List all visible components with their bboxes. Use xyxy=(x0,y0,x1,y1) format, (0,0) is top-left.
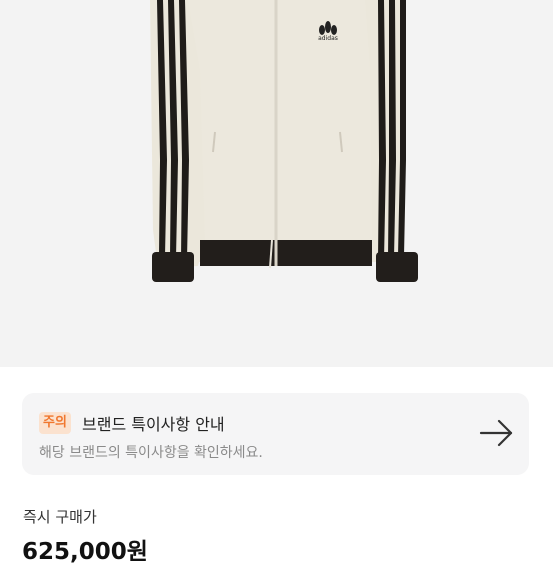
product-image[interactable]: adidas xyxy=(0,0,553,367)
brand-notice-card[interactable]: 주의 브랜드 특이사항 안내 해당 브랜드의 특이사항을 확인하세요. xyxy=(22,393,529,475)
jacket-photo: adidas xyxy=(150,0,418,282)
svg-text:adidas: adidas xyxy=(318,35,338,42)
arrow-right-icon[interactable] xyxy=(479,418,515,448)
instant-buy-price-label: 즉시 구매가 xyxy=(23,508,97,526)
caution-badge: 주의 xyxy=(39,412,71,434)
instant-buy-price: 625,000원 xyxy=(22,539,148,565)
notice-description: 해당 브랜드의 특이사항을 확인하세요. xyxy=(39,445,263,461)
notice-title: 브랜드 특이사항 안내 xyxy=(82,415,225,434)
